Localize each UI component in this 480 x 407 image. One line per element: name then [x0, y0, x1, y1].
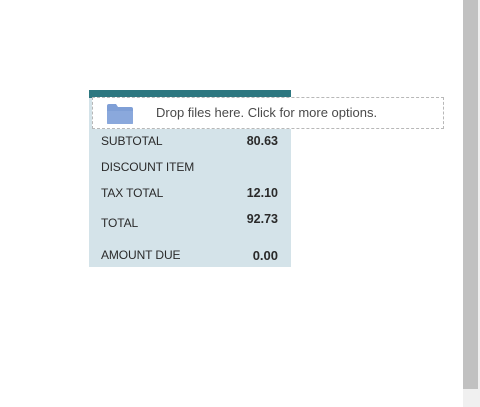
drop-zone-text: Drop files here. Click for more options.	[156, 105, 378, 120]
folder-icon	[107, 104, 133, 124]
totals-row-subtotal: SUBTOTAL 80.63	[89, 134, 291, 154]
subtotal-label: SUBTOTAL	[101, 134, 163, 148]
discount-item-label: DISCOUNT ITEM	[101, 160, 195, 174]
tax-total-value: 12.10	[246, 186, 278, 200]
file-drop-zone[interactable]: Drop files here. Click for more options.	[92, 97, 444, 129]
totals-row-total: TOTAL 92.73	[89, 212, 291, 234]
totals-row-tax-total: TAX TOTAL 12.10	[89, 186, 291, 206]
vertical-scrollbar-thumb[interactable]	[463, 0, 478, 389]
subtotal-value: 80.63	[246, 134, 278, 148]
total-value: 92.73	[246, 212, 278, 226]
amount-due-value: 0.00	[252, 248, 278, 263]
page: SUBTOTAL 80.63 DISCOUNT ITEM TAX TOTAL 1…	[0, 0, 480, 407]
totals-row-amount-due: AMOUNT DUE 0.00	[89, 248, 291, 268]
totals-row-discount-item: DISCOUNT ITEM	[89, 160, 291, 180]
amount-due-label: AMOUNT DUE	[101, 248, 181, 262]
total-label: TOTAL	[101, 216, 139, 230]
tax-total-label: TAX TOTAL	[101, 186, 164, 200]
